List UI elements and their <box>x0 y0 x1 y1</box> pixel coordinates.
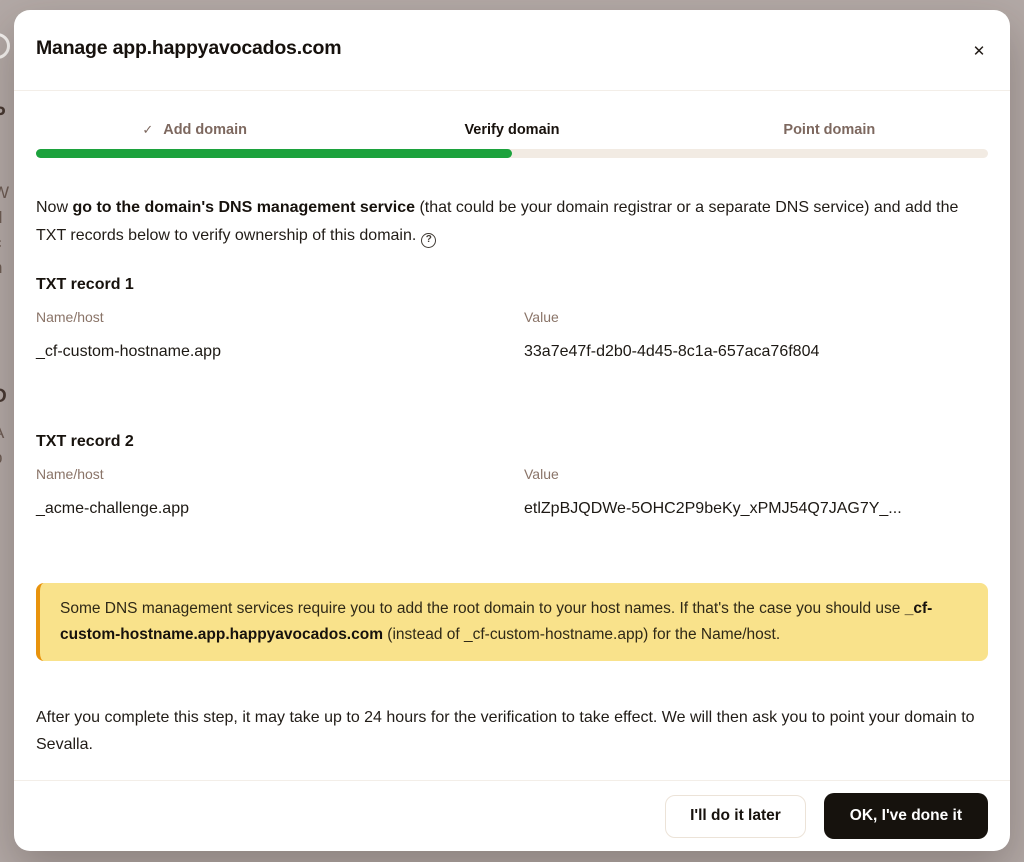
completion-note: After you complete this step, it may tak… <box>36 704 988 758</box>
wizard-steps: ✓ Add domain Verify domain Point domain <box>36 122 988 138</box>
record-grid: Name/host Value _cf-custom-hostname.app … <box>36 308 988 362</box>
close-icon[interactable]: ✕ <box>964 36 994 66</box>
txt-record-1: TXT record 1 Name/host Value _cf-custom-… <box>36 275 988 362</box>
name-host-value: _acme-challenge.app <box>36 499 524 519</box>
modal-title: Manage app.happyavocados.com <box>36 37 341 60</box>
record-grid: Name/host Value _acme-challenge.app etlZ… <box>36 465 988 519</box>
progress-fill <box>36 149 512 158</box>
footer-divider <box>14 780 1010 781</box>
name-host-value: _cf-custom-hostname.app <box>36 342 524 362</box>
background-text-fragment: d <box>0 208 2 228</box>
instruction-pre: Now <box>36 199 72 216</box>
background-text-fragment: h <box>0 258 2 278</box>
step-verify-domain: Verify domain <box>353 122 670 138</box>
warning-post: (instead of _cf-custom-hostname.app) for… <box>383 626 780 643</box>
record-title: TXT record 2 <box>36 432 988 452</box>
step-point-domain: Point domain <box>671 122 988 138</box>
instruction-text: Now go to the domain's DNS management se… <box>36 194 988 250</box>
value-value: etlZpBJQDWe-5OHC2P9beKy_xPMJ54Q7JAG7Y_..… <box>524 499 988 519</box>
background-text-fragment: D <box>0 386 7 408</box>
edge-fragments: P Wdch DAb <box>0 0 14 862</box>
step-label: Verify domain <box>464 122 559 138</box>
value-value: 33a7e47f-d2b0-4d45-8c1a-657aca76f804 <box>524 342 988 362</box>
value-label: Value <box>524 465 988 483</box>
background-text-fragment: b <box>0 448 2 468</box>
step-label: Point domain <box>783 122 875 138</box>
background-text-fragment: P <box>0 104 6 126</box>
instruction-bold: go to the domain's DNS management servic… <box>72 199 415 216</box>
background-text-fragment: c <box>0 233 2 253</box>
header-divider <box>14 90 1010 91</box>
help-icon[interactable]: ? <box>421 233 436 248</box>
txt-record-2: TXT record 2 Name/host Value _acme-chall… <box>36 432 988 519</box>
checkmark-icon: ✓ <box>142 122 153 138</box>
progress-bar <box>36 149 988 158</box>
background-text-fragment: A <box>0 423 4 443</box>
manage-domain-modal: Manage app.happyavocados.com ✕ ✓ Add dom… <box>14 10 1010 851</box>
background-text-fragment: W <box>0 183 9 203</box>
record-title: TXT record 1 <box>36 275 988 295</box>
name-host-label: Name/host <box>36 465 524 483</box>
partial-circle-fragment <box>0 33 10 59</box>
step-label: Add domain <box>163 122 247 138</box>
value-label: Value <box>524 308 988 326</box>
screen: P Wdch DAb Manage app.happyavocados.com ✕ … <box>0 0 1024 862</box>
later-button[interactable]: I'll do it later <box>665 795 806 838</box>
footer-actions: I'll do it later OK, I've done it <box>665 793 988 839</box>
warning-pre: Some DNS management services require you… <box>60 600 905 617</box>
name-host-label: Name/host <box>36 308 524 326</box>
done-button[interactable]: OK, I've done it <box>824 793 988 839</box>
warning-callout: Some DNS management services require you… <box>36 583 988 661</box>
step-add-domain: ✓ Add domain <box>36 122 353 138</box>
